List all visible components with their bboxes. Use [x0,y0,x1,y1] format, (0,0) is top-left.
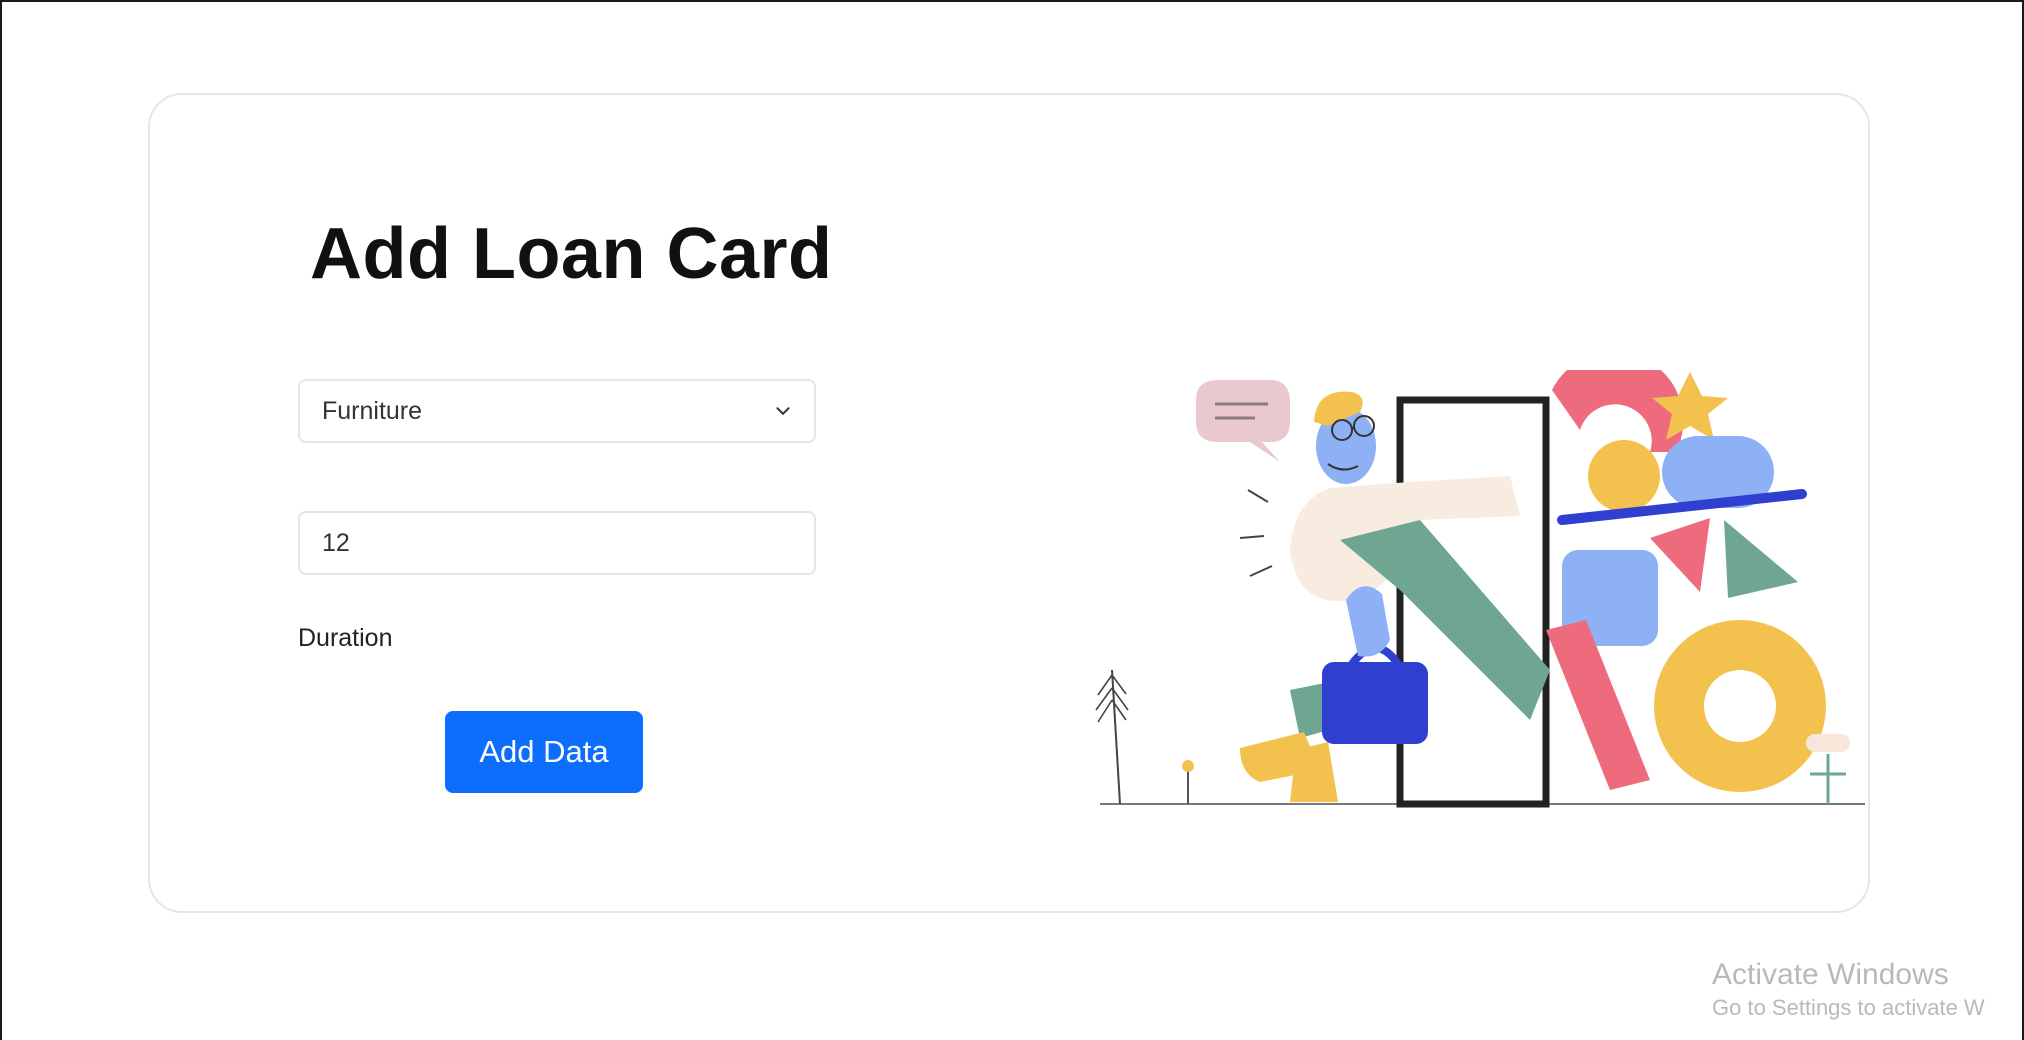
duration-input[interactable]: 12 [298,511,816,575]
person-with-shapes-illustration [1095,370,1865,808]
chevron-down-icon [776,407,790,415]
watermark-subtitle: Go to Settings to activate W [1712,995,1985,1020]
page-title: Add Loan Card [310,214,833,294]
windows-activation-watermark: Activate Windows Go to Settings to activ… [1712,957,1985,1023]
category-select[interactable]: Furniture [298,379,816,443]
add-data-button[interactable]: Add Data [445,711,643,793]
screen: Add Loan Card Furniture 12 Duration Add … [2,2,2022,1040]
category-select-value: Furniture [322,396,423,425]
duration-label: Duration [298,624,393,652]
watermark-title: Activate Windows [1712,958,1949,991]
loan-card-panel: Add Loan Card Furniture 12 Duration Add … [148,93,1870,913]
duration-input-value: 12 [322,528,350,557]
